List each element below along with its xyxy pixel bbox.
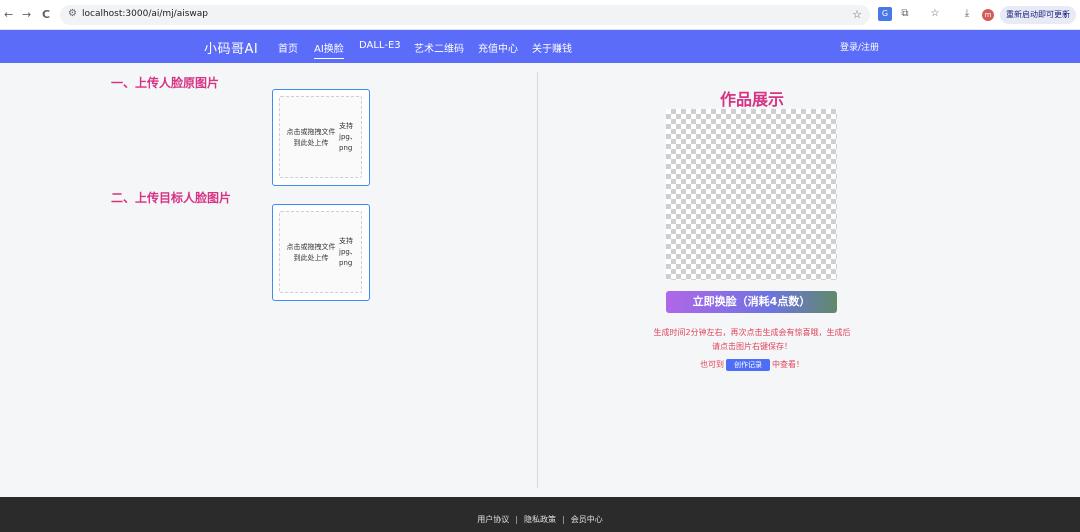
download-icon[interactable]: ⤓ [960,7,974,21]
browser-toolbar: ← → C ⚙ localhost:3000/ai/mj/aiswap ☆ G … [0,0,1080,30]
section-title-source-face: 一、上传人脸原图片 [111,76,220,90]
upload-hint: 支持jpg、png [339,237,357,267]
site-navbar: 小码哥AI 首页 AI换脸 DALL-E3 艺术二维码 充值中心 关于赚钱 登录… [0,30,1080,63]
site-info-icon[interactable]: ⚙ [68,8,77,19]
upload-dropzone[interactable]: 点击或拖拽文件到此处上传 支持jpg、png [279,96,362,178]
upload-hint: 支持jpg、png [339,122,357,152]
upload-source-face[interactable]: 点击或拖拽文件到此处上传 支持jpg、png [272,89,370,186]
forward-icon[interactable]: → [22,8,31,22]
showcase-title: 作品展示 [719,90,784,109]
footer-link-member-center[interactable]: 会员中心 [571,515,603,524]
bookmarks-icon[interactable]: ☆ [928,7,942,21]
footer-link-privacy-policy[interactable]: 隐私政策 [524,515,556,524]
footer-separator: | [562,515,565,524]
nav-link-earn[interactable]: 关于赚钱 [532,40,572,55]
back-icon[interactable]: ← [4,8,13,22]
upload-text: 点击或拖拽文件到此处上传 [286,243,336,262]
upload-target-face[interactable]: 点击或拖拽文件到此处上传 支持jpg、png [272,204,370,301]
login-register-link[interactable]: 登录/注册 [840,40,879,53]
reload-icon[interactable]: C [42,8,50,22]
footer-separator: | [515,515,518,524]
upload-text: 点击或拖拽文件到此处上传 [286,128,336,147]
column-divider [537,72,538,488]
generation-notice: 生成时间2分钟左右，再次点击生成会有惊喜哦，生成后请点击图片右键保存！ [653,328,851,351]
nav-link-art-qrcode[interactable]: 艺术二维码 [414,40,464,55]
result-image-placeholder[interactable] [666,109,837,280]
address-url[interactable]: localhost:3000/ai/mj/aiswap [82,9,208,19]
creation-record-button[interactable]: 创作记录 [726,358,770,371]
nav-link-dalle3[interactable]: DALL-E3 [359,40,401,51]
record-notice-suffix: 中查看！ [772,360,804,369]
bookmark-star-icon[interactable]: ☆ [852,8,862,21]
nav-link-recharge[interactable]: 充值中心 [478,40,518,55]
more-menu-icon[interactable]: ⋮ [1061,6,1070,24]
profile-avatar[interactable]: m [982,9,994,21]
section-title-target-face: 二、上传目标人脸图片 [111,191,232,205]
footer-link-user-agreement[interactable]: 用户协议 [477,515,509,524]
record-notice-prefix: 也可到 [700,360,724,369]
nav-link-home[interactable]: 首页 [278,40,298,55]
translate-icon[interactable]: G [878,7,892,21]
record-notice: 也可到 创作记录 中查看！ [660,358,844,372]
address-bar[interactable]: ⚙ localhost:3000/ai/mj/aiswap ☆ [60,5,870,25]
nav-link-ai-swap[interactable]: AI换脸 [314,40,344,59]
footer-links: 用户协议 | 隐私政策 | 会员中心 [0,514,1080,525]
brand-logo[interactable]: 小码哥AI [204,38,258,57]
footer: 用户协议 | 隐私政策 | 会员中心 [0,497,1080,532]
upload-dropzone[interactable]: 点击或拖拽文件到此处上传 支持jpg、png [279,211,362,293]
swap-face-button[interactable]: 立即换脸（消耗4点数） [666,291,837,313]
extensions-icon[interactable]: ⧉ [898,7,912,21]
update-button[interactable]: 重新启动即可更新 ⋮ [1000,6,1076,24]
